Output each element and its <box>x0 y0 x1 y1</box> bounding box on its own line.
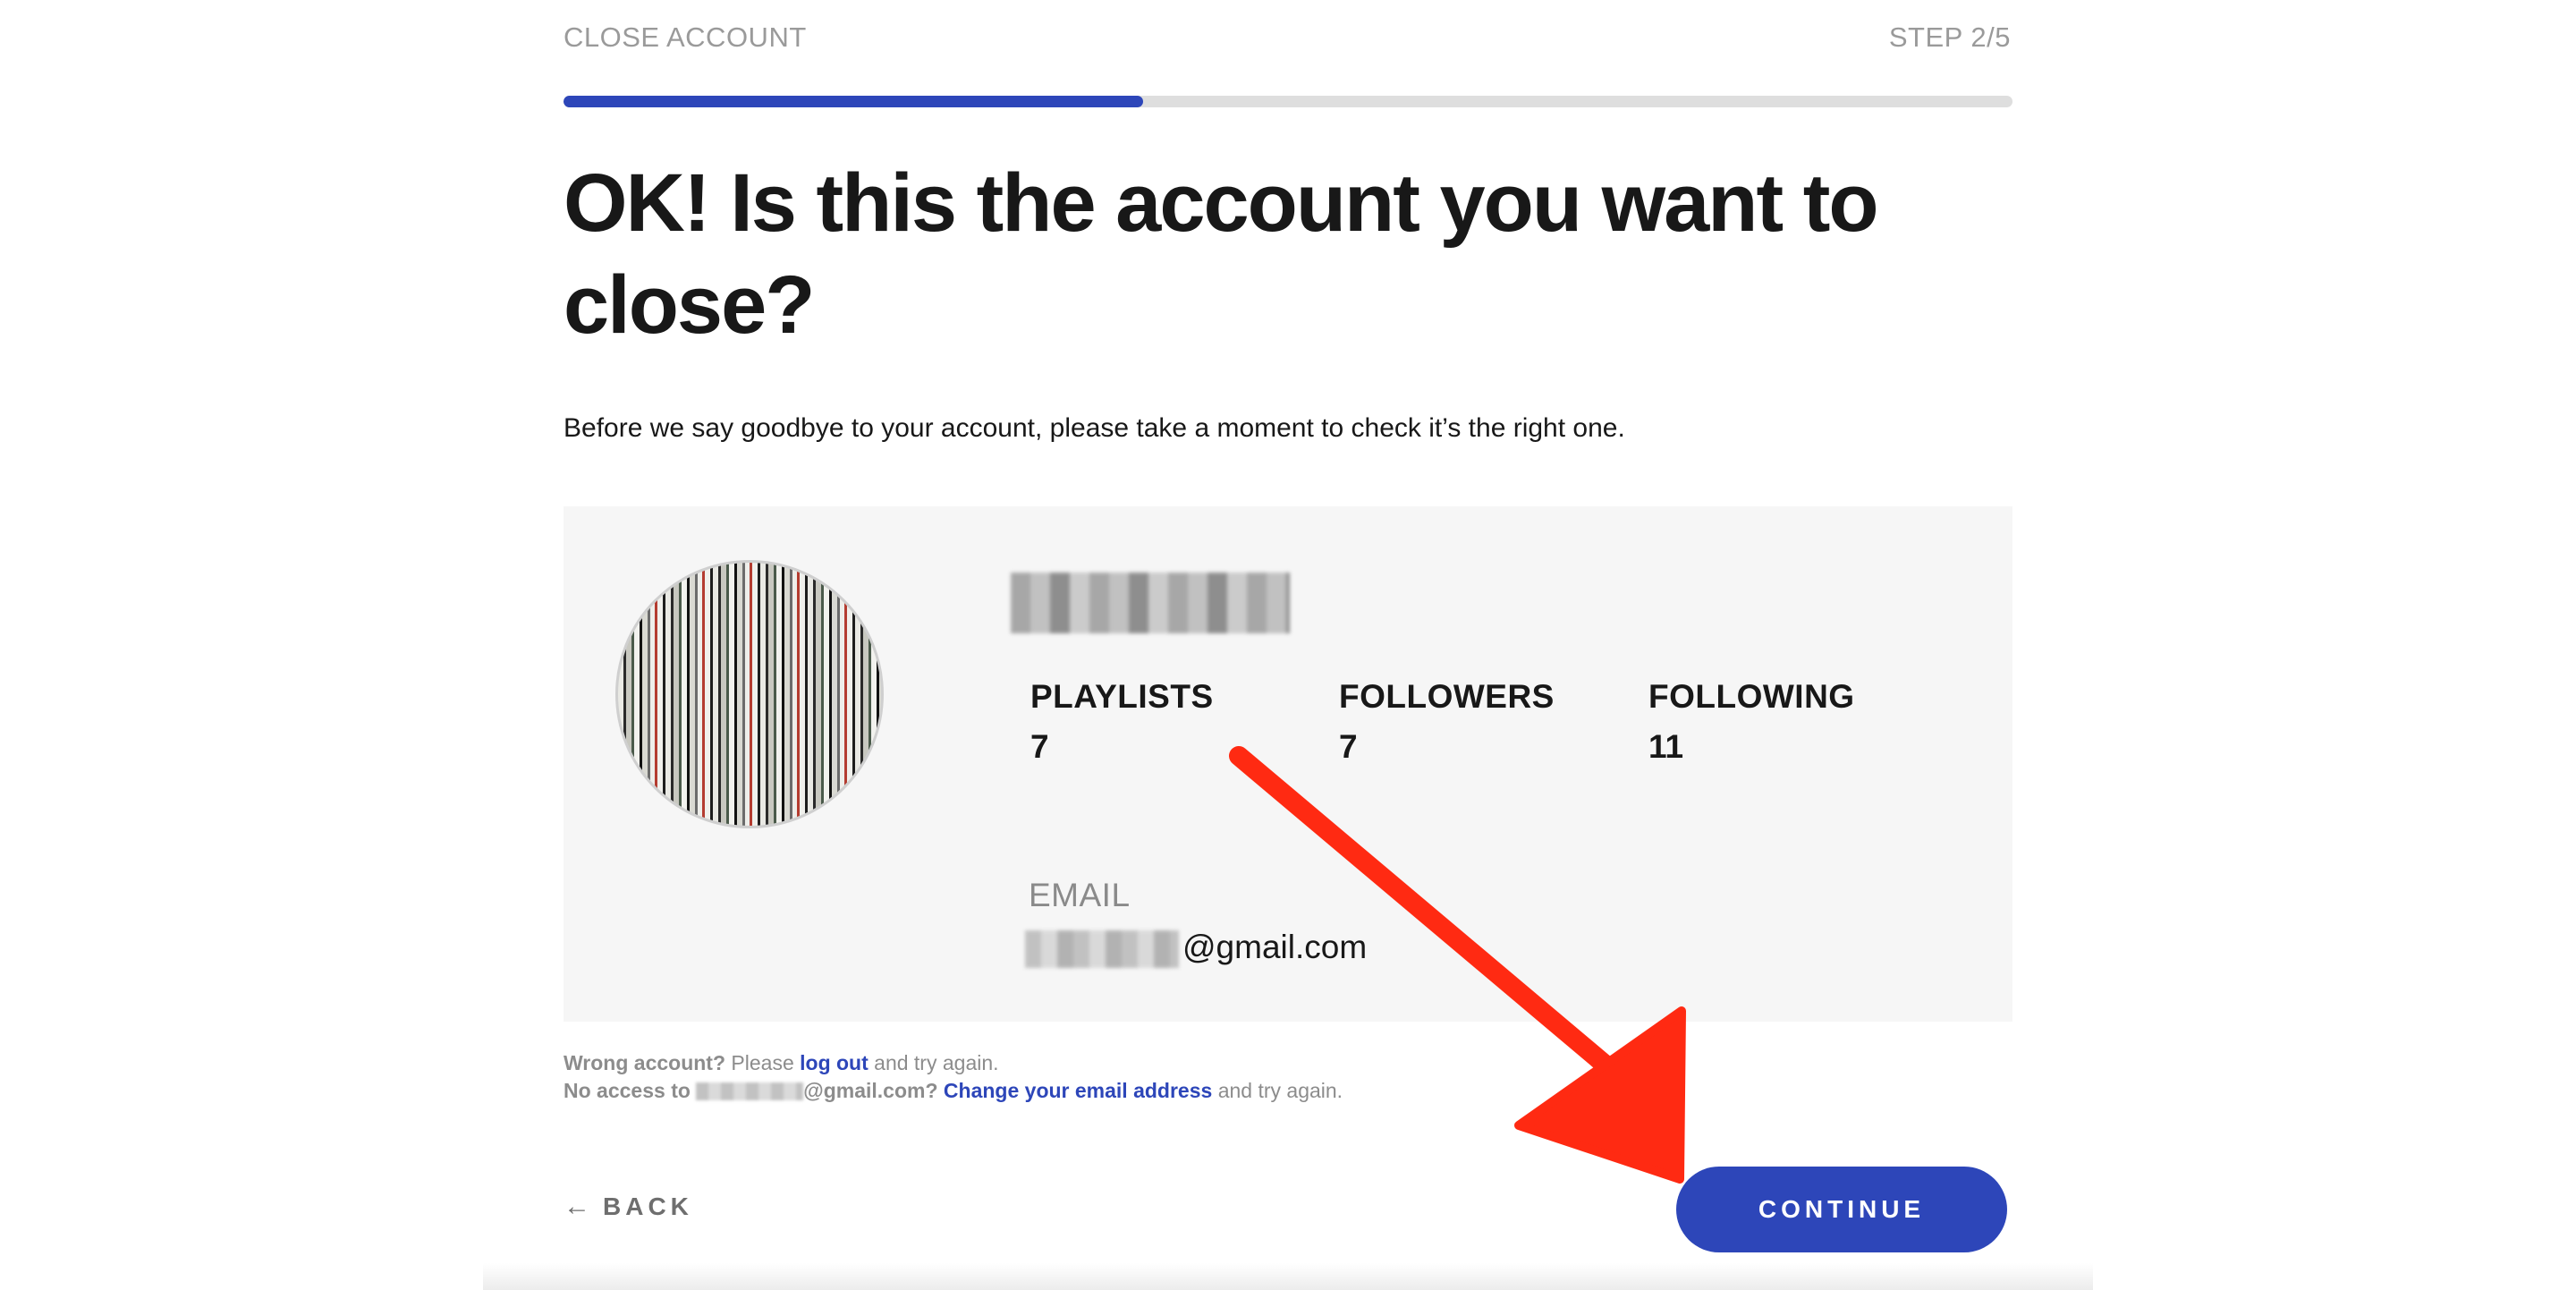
back-button[interactable]: ← BACK <box>564 1192 693 1222</box>
close-account-page: CLOSE ACCOUNT STEP 2/5 OK! Is this the a… <box>0 0 2576 1290</box>
back-label: BACK <box>603 1192 693 1220</box>
profile-avatar <box>615 560 884 828</box>
progress-bar <box>564 96 2012 107</box>
continue-button[interactable]: CONTINUE <box>1676 1167 2007 1252</box>
arrow-left-icon: ← <box>564 1192 590 1221</box>
wrong-account-help: Wrong account? Please log out and try ag… <box>564 1051 999 1075</box>
no-access-help: No access to @gmail.com? Change your ema… <box>564 1079 1343 1103</box>
stat-followers-label: FOLLOWERS <box>1339 678 1555 715</box>
annotation-arrow-head <box>1514 1006 1686 1184</box>
email-domain: @gmail.com <box>1182 929 1368 965</box>
stat-following-label: FOLLOWING <box>1648 678 1855 715</box>
no-access-prefix: No access to <box>564 1079 697 1102</box>
no-access-domain: @gmail.com? <box>803 1079 938 1102</box>
redacted-email-user <box>1025 930 1179 968</box>
wrong-account-prefix: Wrong account? <box>564 1051 726 1074</box>
progress-bar-fill <box>564 96 1143 107</box>
redacted-email-inline <box>696 1082 804 1100</box>
help-text: Please <box>725 1051 801 1074</box>
stat-following-value: 11 <box>1648 728 1684 765</box>
email-label: EMAIL <box>1029 877 1131 913</box>
intro-text: Before we say goodbye to your account, p… <box>564 413 1625 443</box>
help-text: and try again. <box>1212 1079 1343 1102</box>
stat-followers-value: 7 <box>1339 728 1358 765</box>
change-email-link[interactable]: Change your email address <box>944 1079 1212 1102</box>
stat-playlists-value: 7 <box>1030 728 1049 765</box>
help-text: and try again. <box>868 1051 999 1074</box>
bottom-shadow <box>483 1263 2093 1290</box>
step-indicator: STEP 2/5 <box>1888 21 2011 53</box>
redacted-username <box>1011 573 1290 633</box>
flow-title: CLOSE ACCOUNT <box>564 21 807 53</box>
stat-playlists-label: PLAYLISTS <box>1030 678 1214 715</box>
page-title: OK! Is this the account you want to clos… <box>564 157 1879 351</box>
log-out-link[interactable]: log out <box>800 1051 869 1074</box>
